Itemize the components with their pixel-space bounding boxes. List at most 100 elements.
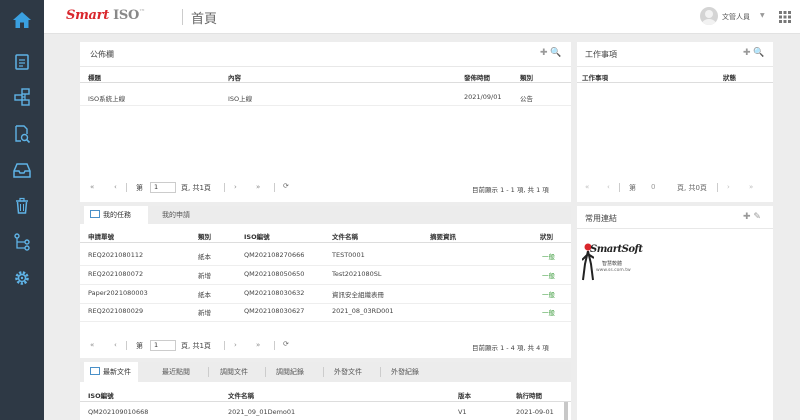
pager-next-button[interactable]: › bbox=[727, 183, 730, 191]
links-tools[interactable]: ✚ ✎ bbox=[743, 212, 761, 222]
pager-prev-button[interactable]: ‹ bbox=[114, 183, 117, 191]
task-status-badge: 一般 bbox=[542, 272, 555, 280]
pager-prev-button[interactable]: ‹ bbox=[607, 183, 610, 191]
tasks-list-icon bbox=[90, 210, 100, 218]
tasks-col-summary[interactable]: 摘要資訊 bbox=[430, 231, 456, 241]
pager-last-button[interactable]: » bbox=[256, 341, 260, 349]
task-cell[interactable]: Paper2021080003 bbox=[88, 289, 148, 297]
smartsoft-link[interactable]: SmartSoft 智慧軟體 www.ss.com.tw bbox=[582, 238, 643, 290]
pager-first-button[interactable]: « bbox=[90, 341, 94, 349]
pager-page-input[interactable]: 0 bbox=[651, 183, 655, 191]
chevron-down-icon[interactable]: ▼ bbox=[760, 12, 765, 19]
work-col-item[interactable]: 工作事項 bbox=[582, 72, 608, 82]
task-cell: 資訊安全組織表冊 bbox=[332, 291, 384, 299]
pager-first-button[interactable]: « bbox=[90, 183, 94, 191]
pager-last-button[interactable]: » bbox=[749, 183, 753, 191]
tab-divider bbox=[380, 367, 381, 377]
task-cell[interactable]: REQ2021080112 bbox=[88, 251, 143, 259]
page-title: 首頁 bbox=[191, 12, 218, 27]
links-title-divider bbox=[577, 228, 773, 229]
pager-divider bbox=[126, 183, 127, 192]
tasks-col-doc-name[interactable]: 文件名稱 bbox=[332, 231, 358, 241]
task-row-line bbox=[80, 265, 571, 266]
pager-next-button[interactable]: › bbox=[234, 341, 237, 349]
task-cell: 紙本 bbox=[198, 291, 211, 299]
doc-cell: 2021-09-01 bbox=[516, 408, 554, 416]
docs-col-version[interactable]: 版本 bbox=[458, 390, 471, 400]
smartsoft-logo-url: www.ss.com.tw bbox=[596, 268, 631, 273]
pager-page-label: 第 bbox=[136, 342, 143, 350]
user-name[interactable]: 文管人員 bbox=[722, 12, 750, 22]
doc-cell: V1 bbox=[458, 408, 467, 416]
work-header-line bbox=[577, 82, 773, 83]
pager-prev-button[interactable]: ‹ bbox=[114, 341, 117, 349]
bulletin-tools[interactable]: ✚ 🔍 bbox=[540, 48, 562, 58]
task-status-badge: 一般 bbox=[542, 291, 555, 299]
tab-outgoing-docs[interactable]: 外發文件 bbox=[334, 362, 362, 380]
docs-header-line bbox=[80, 401, 571, 402]
task-cell: QM202108270666 bbox=[244, 251, 305, 259]
pager-page-input[interactable]: 1 bbox=[150, 340, 176, 351]
task-status-badge: 一般 bbox=[542, 309, 555, 317]
tab-my-tasks[interactable]: 我的任務 bbox=[84, 206, 148, 224]
tasks-col-request-no[interactable]: 申請單號 bbox=[88, 231, 114, 241]
pager-next-button[interactable]: › bbox=[234, 183, 237, 191]
refresh-icon[interactable]: ⟳ bbox=[283, 340, 289, 348]
home-icon[interactable] bbox=[12, 10, 32, 30]
bulletin-col-title[interactable]: 標題 bbox=[88, 72, 101, 82]
smart-iso-logo[interactable]: Smart ISO™ bbox=[66, 8, 145, 23]
gear-icon[interactable] bbox=[12, 268, 32, 288]
task-status-badge: 一般 bbox=[542, 253, 555, 261]
pager-page-suffix: 頁, 共0頁 bbox=[677, 184, 707, 192]
logo-iso: ISO bbox=[113, 8, 140, 23]
docs-list-icon bbox=[90, 367, 100, 375]
task-cell[interactable]: REQ2021080029 bbox=[88, 307, 143, 315]
tab-borrowed-docs[interactable]: 調閱文件 bbox=[220, 362, 248, 380]
task-cell[interactable]: REQ2021080072 bbox=[88, 270, 143, 278]
document-search-icon[interactable] bbox=[12, 124, 32, 144]
org-chart-icon[interactable] bbox=[12, 87, 32, 107]
tab-divider bbox=[265, 367, 266, 377]
work-title: 工作事項 bbox=[585, 50, 617, 59]
apps-grid-icon[interactable] bbox=[779, 11, 791, 23]
logo-text: Smart bbox=[66, 8, 109, 23]
tab-my-applications[interactable]: 我的申請 bbox=[162, 206, 222, 224]
tab-label: 最新文件 bbox=[103, 368, 131, 376]
tasks-col-iso-no[interactable]: ISO編號 bbox=[244, 231, 270, 241]
doc-cell[interactable]: QM202109010668 bbox=[88, 408, 148, 416]
document-list-icon[interactable] bbox=[12, 52, 32, 72]
task-cell: 新增 bbox=[198, 272, 211, 280]
docs-scrollbar[interactable] bbox=[564, 402, 568, 420]
bulletin-col-category[interactable]: 類別 bbox=[520, 72, 533, 82]
work-tools[interactable]: ✚ 🔍 bbox=[743, 48, 765, 58]
tab-latest-docs[interactable]: 最新文件 bbox=[84, 362, 138, 382]
docs-col-exec-time[interactable]: 執行時間 bbox=[516, 390, 542, 400]
bulletin-cell[interactable]: ISO系統上線 bbox=[88, 93, 125, 103]
tasks-col-status[interactable]: 狀別 bbox=[540, 231, 553, 241]
tasks-col-category[interactable]: 類別 bbox=[198, 231, 211, 241]
tab-recently-viewed[interactable]: 最近點閱 bbox=[162, 362, 190, 380]
tab-borrow-records[interactable]: 調閱紀錄 bbox=[276, 362, 304, 380]
work-col-status[interactable]: 狀態 bbox=[723, 72, 736, 82]
docs-col-iso-no[interactable]: ISO編號 bbox=[88, 390, 114, 400]
tasks-tabbar: 我的任務 我的申請 bbox=[80, 206, 571, 224]
inbox-icon[interactable] bbox=[12, 160, 32, 180]
refresh-icon[interactable]: ⟳ bbox=[283, 182, 289, 190]
doc-cell[interactable]: 2021_09_01Demo01 bbox=[228, 408, 295, 416]
smartsoft-logo-text: SmartSoft bbox=[590, 244, 643, 255]
pager-last-button[interactable]: » bbox=[256, 183, 260, 191]
pager-page-input[interactable]: 1 bbox=[150, 182, 176, 193]
pager-first-button[interactable]: « bbox=[585, 183, 589, 191]
workflow-icon[interactable] bbox=[12, 232, 32, 252]
tab-outgoing-records[interactable]: 外發紀錄 bbox=[391, 362, 419, 380]
pager-divider bbox=[126, 341, 127, 350]
task-row-line bbox=[80, 321, 571, 322]
bulletin-col-content[interactable]: 內容 bbox=[228, 72, 241, 82]
trash-icon[interactable] bbox=[12, 196, 32, 216]
bulletin-col-date[interactable]: 發佈時間 bbox=[464, 72, 490, 82]
avatar[interactable] bbox=[700, 7, 718, 25]
links-title: 常用連結 bbox=[585, 214, 617, 223]
sidebar bbox=[0, 0, 44, 420]
tasks-pager: « ‹ 第 1 頁, 共1頁 › » ⟳ 目前顯示 1 - 4 項, 共 4 項 bbox=[80, 336, 571, 356]
docs-col-doc-name[interactable]: 文件名稱 bbox=[228, 390, 254, 400]
